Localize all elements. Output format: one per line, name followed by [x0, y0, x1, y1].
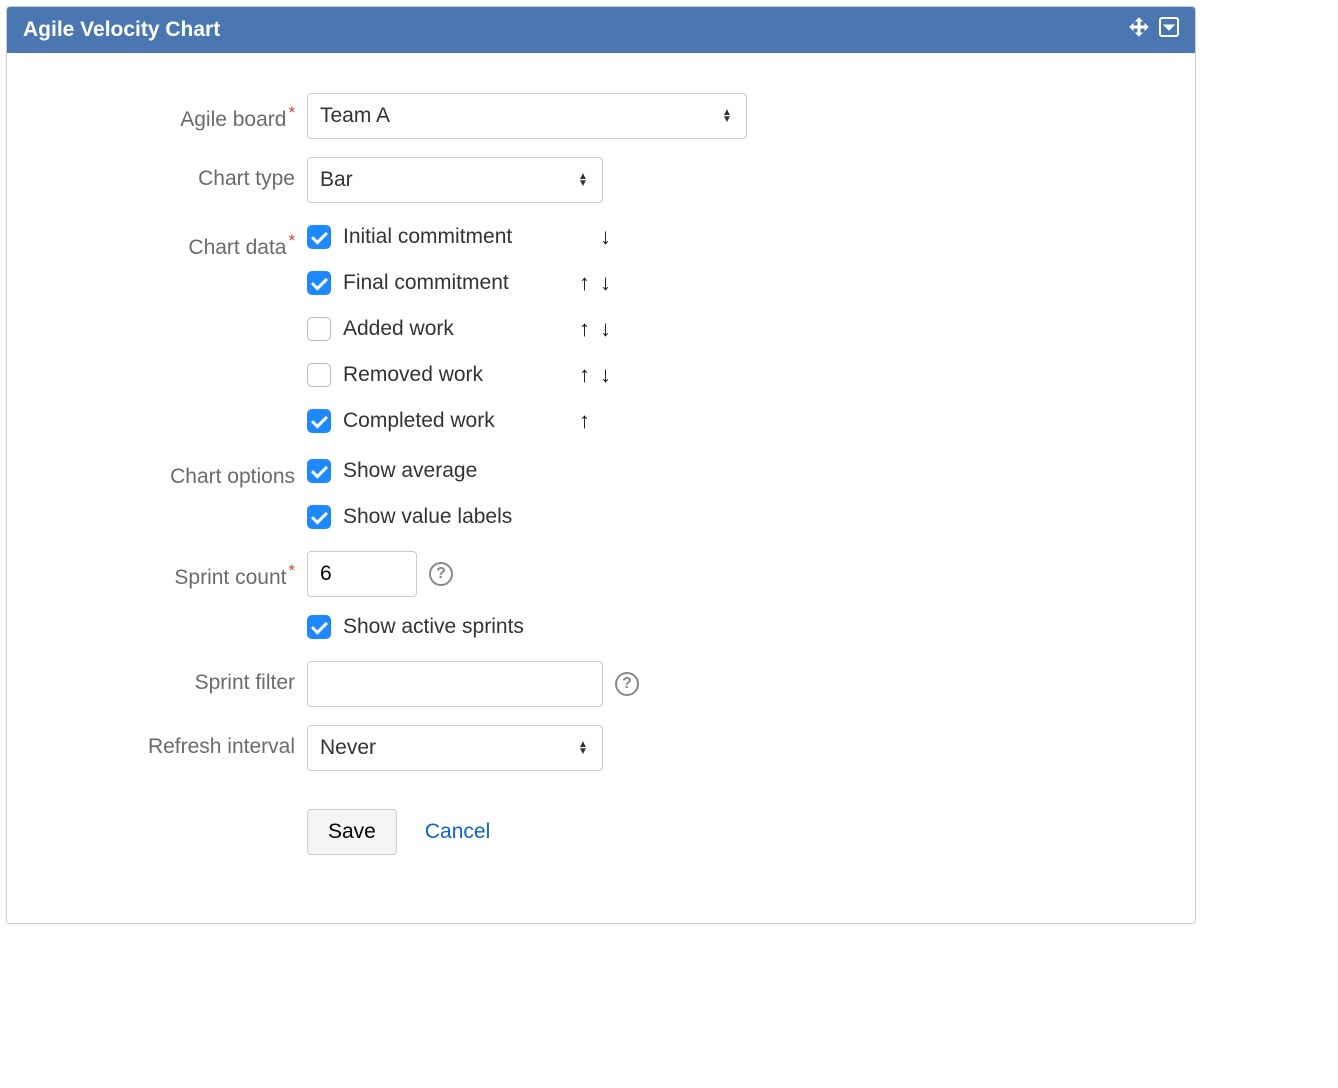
move-down-icon[interactable]: ↓: [600, 318, 611, 340]
chart-data-checkbox[interactable]: [307, 317, 331, 341]
chart-data-item-label: Initial commitment: [343, 225, 563, 249]
chart-data-item: Added work ↑ ↓: [307, 313, 1145, 345]
agile-velocity-chart-panel: Agile Velocity Chart Agile board*: [6, 6, 1196, 924]
panel-title: Agile Velocity Chart: [23, 18, 220, 42]
move-up-icon[interactable]: ↑: [579, 272, 590, 294]
chart-data-item-label: Added work: [343, 317, 563, 341]
move-down-icon[interactable]: ↓: [600, 364, 611, 386]
sprint-filter-input[interactable]: [307, 661, 603, 707]
move-up-icon[interactable]: ↑: [579, 318, 590, 340]
sprint-filter-label: Sprint filter: [57, 661, 307, 695]
dropdown-icon: [576, 173, 590, 187]
chart-data-checkbox[interactable]: [307, 409, 331, 433]
chart-data-item-label: Final commitment: [343, 271, 563, 295]
show-active-sprints-label: Show active sprints: [343, 615, 524, 639]
panel-header: Agile Velocity Chart: [7, 7, 1195, 53]
chart-option-item: Show average: [307, 455, 1145, 487]
chart-options-label: Chart options: [57, 455, 307, 489]
chart-data-label: Chart data*: [57, 221, 307, 260]
chart-data-item-label: Completed work: [343, 409, 563, 433]
move-up-icon[interactable]: ↑: [579, 364, 590, 386]
sprint-count-label: Sprint count*: [57, 551, 307, 590]
help-icon[interactable]: [429, 562, 453, 586]
save-button[interactable]: Save: [307, 809, 397, 855]
chart-data-item: Final commitment ↑ ↓: [307, 267, 1145, 299]
chart-option-label: Show average: [343, 459, 477, 483]
chart-data-checkbox[interactable]: [307, 271, 331, 295]
refresh-interval-value: Never: [320, 736, 376, 760]
chart-type-value: Bar: [320, 168, 353, 192]
move-down-icon[interactable]: ↓: [600, 272, 611, 294]
chart-data-item: Initial commitment↑↓: [307, 221, 1145, 253]
agile-board-value: Team A: [320, 104, 390, 128]
chart-data-item: Completed work↑↓: [307, 405, 1145, 437]
chart-data-checkbox[interactable]: [307, 225, 331, 249]
chart-option-item: Show value labels: [307, 501, 1145, 533]
move-icon[interactable]: [1129, 17, 1149, 43]
collapse-icon[interactable]: [1159, 17, 1179, 43]
move-down-icon[interactable]: ↓: [600, 226, 611, 248]
help-icon[interactable]: [615, 672, 639, 696]
agile-board-select[interactable]: Team A: [307, 93, 747, 139]
refresh-interval-select[interactable]: Never: [307, 725, 603, 771]
chart-option-checkbox[interactable]: [307, 459, 331, 483]
chart-data-checkbox[interactable]: [307, 363, 331, 387]
panel-body: Agile board* Team A Chart type Bar: [7, 53, 1195, 923]
dropdown-icon: [576, 741, 590, 755]
chart-data-item: Removed work ↑ ↓: [307, 359, 1145, 391]
dropdown-icon: [720, 109, 734, 123]
chart-data-item-label: Removed work: [343, 363, 563, 387]
chart-option-checkbox[interactable]: [307, 505, 331, 529]
cancel-link[interactable]: Cancel: [425, 820, 490, 844]
agile-board-label: Agile board*: [57, 93, 307, 132]
sprint-count-input[interactable]: [307, 551, 417, 597]
chart-type-select[interactable]: Bar: [307, 157, 603, 203]
chart-type-label: Chart type: [57, 157, 307, 191]
chart-option-label: Show value labels: [343, 505, 512, 529]
refresh-interval-label: Refresh interval: [57, 725, 307, 759]
show-active-sprints-checkbox[interactable]: [307, 615, 331, 639]
show-active-sprints-row: Show active sprints: [307, 611, 1145, 643]
move-up-icon[interactable]: ↑: [579, 410, 590, 432]
